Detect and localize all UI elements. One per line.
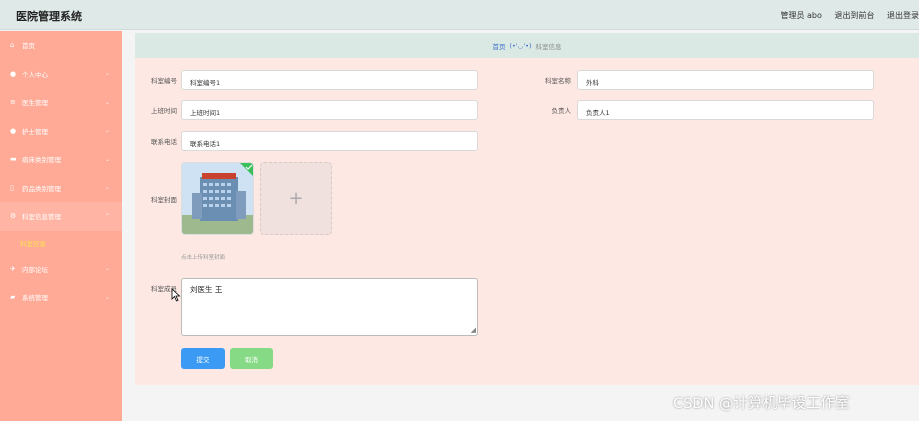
resize-grip-icon[interactable]: ◢ <box>471 326 476 334</box>
hospital-building-image <box>182 163 253 234</box>
sidebar-item-home[interactable]: ⌂ 首页 <box>0 31 122 60</box>
chevron-down-icon: ⌄ <box>104 293 110 301</box>
sidebar-item-nurse[interactable]: ● 护士管理 ⌄ <box>0 117 122 146</box>
sidebar-subitem-dept-info[interactable]: 科室信息 <box>0 231 122 255</box>
sidebar-item-drug-category[interactable]: ▯ 药品类别管理 ⌄ <box>0 174 122 203</box>
sidebar-item-label: 个人中心 <box>22 70 48 79</box>
forum-icon: ✈ <box>10 264 16 273</box>
sidebar-item-label: 护士管理 <box>22 127 48 136</box>
plus-icon: + <box>288 188 304 209</box>
sidebar-item-doctor[interactable]: ≡ 医生管理 ⌄ <box>0 88 122 117</box>
members-text: 刘医生 王 <box>190 285 223 294</box>
chevron-down-icon: ⌄ <box>104 184 110 192</box>
gear-icon: ⚙ <box>10 212 17 221</box>
sidebar-item-label: 药品类别管理 <box>22 184 61 193</box>
sidebar-item-bed-category[interactable]: ▬ 病床类别管理 ⌄ <box>0 145 122 174</box>
sidebar-item-dept-info[interactable]: ⚙ 科室信息管理 ⌃ <box>0 202 122 231</box>
leader-label: 负责人 <box>551 107 572 115</box>
dept-no-input[interactable]: 科室编号1 <box>181 70 478 90</box>
work-time-label: 上班时间 <box>151 107 177 115</box>
chevron-down-icon: ⌄ <box>104 265 110 273</box>
members-textarea[interactable]: 刘医生 王 ◢ <box>181 278 478 336</box>
dept-no-label: 科室编号 <box>151 77 177 85</box>
admin-label: 管理员 abo <box>780 11 822 20</box>
list-icon: ≡ <box>10 98 16 107</box>
sidebar-item-system[interactable]: ▰ 系统管理 ⌄ <box>0 283 122 312</box>
cover-label: 科室封面 <box>151 196 177 204</box>
home-icon: ⌂ <box>10 41 15 50</box>
phone-label: 联系电话 <box>151 138 177 146</box>
dept-name-label: 科室名称 <box>545 77 571 85</box>
chevron-down-icon: ⌄ <box>104 70 110 78</box>
sidebar-item-label: 系统管理 <box>22 294 48 303</box>
top-right-links: 管理员 abo 退出到前台 退出登录 <box>770 10 919 21</box>
leader-input[interactable]: 负责人1 <box>577 100 874 120</box>
sidebar-item-forum[interactable]: ✈ 内部论坛 ⌄ <box>0 255 122 284</box>
main-panel: 首页 (•'◡'•) 科室信息 科室编号 科室编号1 科室名称 外科 上班时间 … <box>135 33 919 385</box>
phone-input[interactable]: 联系电话1 <box>181 131 478 151</box>
chevron-down-icon: ⌄ <box>104 127 110 135</box>
breadcrumb-current: 科室信息 <box>535 42 562 51</box>
work-time-input[interactable]: 上班时间1 <box>181 100 478 120</box>
cancel-button[interactable]: 取消 <box>230 348 273 369</box>
chevron-down-icon: ⌄ <box>104 98 110 106</box>
phone-icon: ▯ <box>10 183 14 192</box>
sidebar-item-label: 内部论坛 <box>22 265 48 274</box>
cover-upload-button[interactable]: + <box>260 162 332 235</box>
chevron-down-icon: ⌄ <box>104 155 110 163</box>
csdn-watermark: CSDN @计算机毕设工作室 <box>673 396 850 412</box>
user-icon: ● <box>10 126 17 135</box>
breadcrumb: 首页 (•'◡'•) 科室信息 <box>135 33 919 58</box>
submit-button[interactable]: 提交 <box>181 348 225 369</box>
sidebar: ⌂ 首页 ● 个人中心 ⌄ ≡ 医生管理 ⌄ ● 护士管理 ⌄ ▬ 病床类别管理… <box>0 31 122 421</box>
cover-image[interactable] <box>181 162 254 235</box>
breadcrumb-separator: (•'◡'•) <box>509 41 532 50</box>
logout-link[interactable]: 退出登录 <box>887 11 919 20</box>
bed-icon: ▬ <box>10 155 17 164</box>
sidebar-item-label: 医生管理 <box>22 99 48 108</box>
sidebar-item-label: 病床类别管理 <box>22 156 61 165</box>
mouse-cursor-icon <box>171 288 181 302</box>
cover-upload-hint: 点击上传科室封面 <box>181 255 226 261</box>
top-bar: 医院管理系统 管理员 abo 退出到前台 退出登录 <box>0 0 919 30</box>
chevron-up-icon: ⌃ <box>104 212 110 220</box>
system-icon: ▰ <box>10 293 16 302</box>
app-title: 医院管理系统 <box>16 10 82 23</box>
sidebar-item-label: 科室信息管理 <box>22 213 61 222</box>
sidebar-item-personal-center[interactable]: ● 个人中心 ⌄ <box>0 60 122 89</box>
breadcrumb-home[interactable]: 首页 <box>493 41 506 51</box>
sidebar-item-label: 首页 <box>22 42 35 51</box>
user-icon: ● <box>10 69 17 78</box>
back-to-front-link[interactable]: 退出到前台 <box>834 11 874 20</box>
dept-name-input[interactable]: 外科 <box>577 70 874 90</box>
